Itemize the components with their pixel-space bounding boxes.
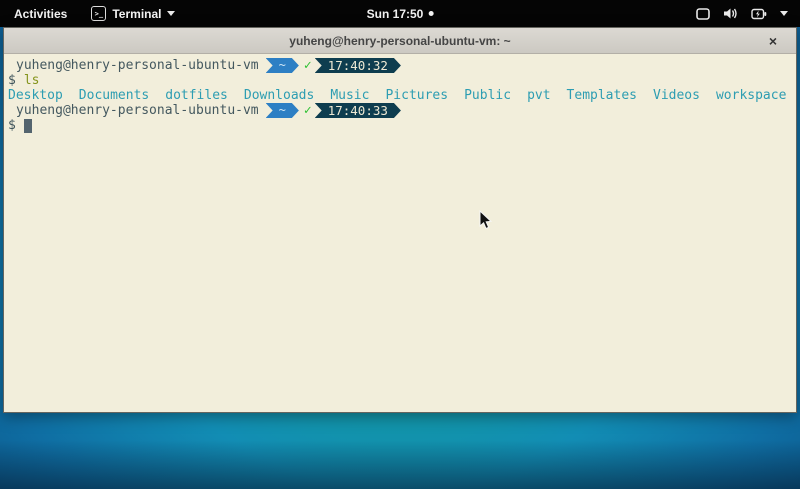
window-title: yuheng@henry-personal-ubuntu-vm: ~ [289, 34, 510, 48]
app-menu-label: Terminal [112, 7, 161, 21]
command-line-2: $ [8, 118, 792, 133]
terminal-content[interactable]: yuheng@henry-personal-ubuntu-vm ~ ✓ 17:4… [4, 54, 796, 412]
prompt-username: yuheng@henry-personal-ubuntu-vm [8, 103, 259, 118]
check-icon: ✓ [304, 58, 312, 73]
chevron-down-icon [167, 11, 175, 16]
gnome-top-bar: Activities >_ Terminal Sun 17:50 [0, 0, 800, 27]
prompt-line-2: yuheng@henry-personal-ubuntu-vm ~ ✓ 17:4… [8, 103, 792, 118]
dir-entry: workspace [716, 88, 786, 103]
activities-button[interactable]: Activities [0, 0, 81, 27]
command-line-1: $ ls [8, 73, 792, 88]
app-menu-terminal[interactable]: >_ Terminal [81, 0, 185, 27]
dir-entry: Music [330, 88, 369, 103]
dir-entry: dotfiles [165, 88, 228, 103]
dir-entry: Documents [79, 88, 149, 103]
typed-command: ls [24, 73, 40, 88]
volume-icon [723, 7, 738, 20]
prompt-line-1: yuheng@henry-personal-ubuntu-vm ~ ✓ 17:4… [8, 58, 792, 73]
system-status-area[interactable] [684, 0, 800, 27]
terminal-window: yuheng@henry-personal-ubuntu-vm: ~ × yuh… [3, 27, 797, 413]
terminal-app-icon: >_ [91, 6, 106, 21]
powerline-time-segment: 17:40:32 [315, 58, 401, 73]
dir-entry: Downloads [244, 88, 314, 103]
dir-entry: Public [464, 88, 511, 103]
dir-entry: pvt [527, 88, 550, 103]
ls-output-line: Desktop Documents dotfiles Downloads Mus… [8, 88, 792, 103]
clock-label: Sun 17:50 [367, 7, 424, 21]
prompt-dollar: $ [8, 73, 16, 88]
display-icon [696, 8, 710, 20]
battery-charging-icon [751, 8, 767, 20]
notification-dot [428, 11, 433, 16]
terminal-block-cursor [24, 119, 32, 133]
window-titlebar[interactable]: yuheng@henry-personal-ubuntu-vm: ~ × [4, 28, 796, 54]
dir-entry: Pictures [385, 88, 448, 103]
check-icon: ✓ [304, 103, 312, 118]
mouse-pointer-icon [479, 210, 494, 231]
powerline-path-segment: ~ [266, 58, 299, 73]
dir-entry: Videos [653, 88, 700, 103]
close-button[interactable]: × [762, 28, 784, 53]
system-menu-caret-icon [780, 11, 788, 16]
powerline-time-segment: 17:40:33 [315, 103, 401, 118]
powerline-path-segment: ~ [266, 103, 299, 118]
clock-button[interactable]: Sun 17:50 [367, 0, 434, 27]
dir-entry: Templates [567, 88, 637, 103]
dir-entry: Desktop [8, 88, 63, 103]
prompt-username: yuheng@henry-personal-ubuntu-vm [8, 58, 259, 73]
prompt-dollar: $ [8, 118, 16, 133]
